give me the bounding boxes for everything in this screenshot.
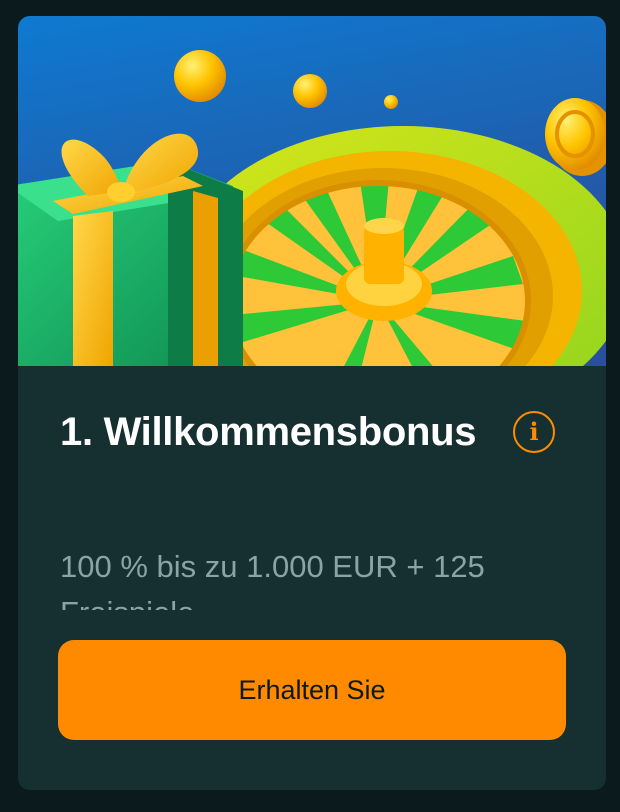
bonus-description: 100 % bis zu 1.000 EUR + 125 Freispiele bbox=[60, 549, 485, 610]
bonus-card: 1. Willkommensbonus i 100 % bis zu 1.000… bbox=[18, 16, 606, 790]
bonus-title: 1. Willkommensbonus bbox=[60, 410, 477, 454]
bonus-banner-image bbox=[18, 16, 606, 366]
info-button[interactable]: i bbox=[513, 411, 555, 453]
info-icon: i bbox=[529, 417, 539, 446]
bonus-description-container: 100 % bis zu 1.000 EUR + 125 Freispiele bbox=[60, 544, 570, 610]
claim-bonus-button[interactable]: Erhalten Sie bbox=[58, 640, 566, 740]
bonus-content: 1. Willkommensbonus i 100 % bis zu 1.000… bbox=[18, 366, 606, 790]
